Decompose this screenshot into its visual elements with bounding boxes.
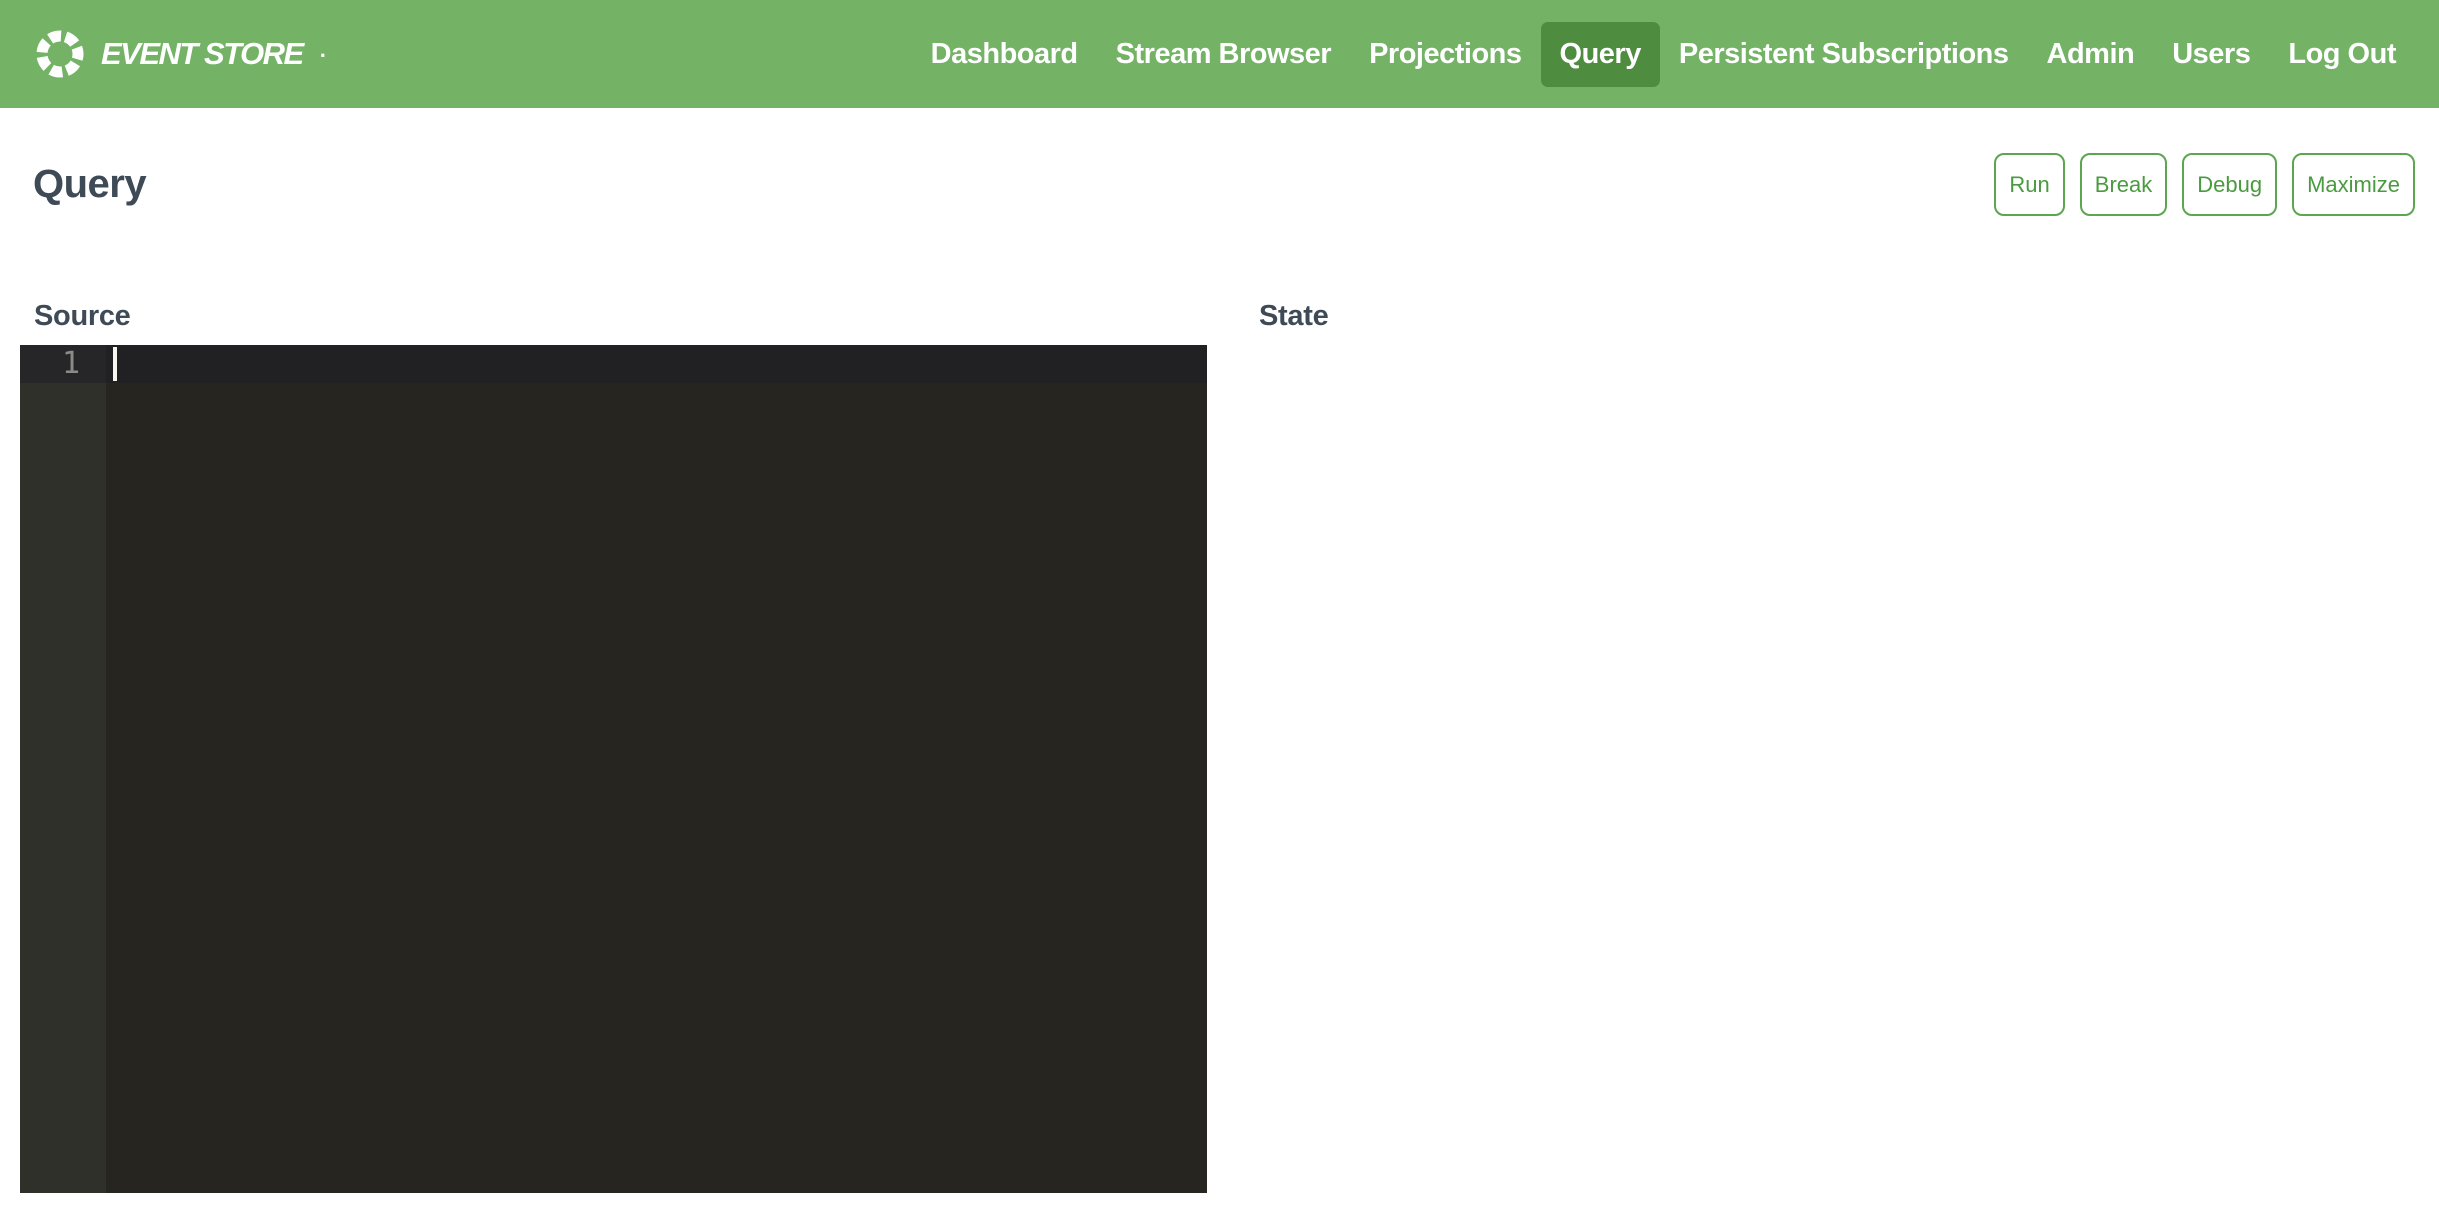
query-source-editor[interactable]: 1 [20,345,1207,1193]
line-number: 1 [20,345,106,383]
nav-item-query[interactable]: Query [1541,22,1660,87]
state-heading: State [1259,300,2415,333]
page-header: Query Run Break Debug Maximize [0,108,2439,216]
event-store-logo[interactable]: EVENT STORE . [35,29,326,79]
maximize-button[interactable]: Maximize [2292,153,2415,216]
state-panel: State [1259,300,2415,1193]
editor-gutter: 1 [20,345,106,1193]
nav-item-users[interactable]: Users [2153,22,2269,87]
event-store-ring-icon [35,29,85,79]
run-button[interactable]: Run [1994,153,2064,216]
nav-item-stream-browser[interactable]: Stream Browser [1097,22,1350,87]
main-nav: Dashboard Stream Browser Projections Que… [912,22,2415,87]
active-line-highlight [106,345,1207,383]
state-panel-body [1259,345,2415,445]
logo-text: EVENT STORE [101,36,303,72]
nav-item-persistent-subscriptions[interactable]: Persistent Subscriptions [1660,22,2028,87]
top-navbar: EVENT STORE . Dashboard Stream Browser P… [0,0,2439,108]
logo-trademark-dot: . [320,37,326,79]
content-row: Source 1 State [0,300,2439,1193]
nav-item-log-out[interactable]: Log Out [2269,22,2415,87]
nav-item-dashboard[interactable]: Dashboard [912,22,1097,87]
source-heading: Source [34,300,1207,333]
source-panel: Source 1 [20,300,1207,1193]
text-cursor [113,347,117,381]
page-title: Query [33,162,146,207]
editor-text-area[interactable] [106,345,1207,1193]
debug-button[interactable]: Debug [2182,153,2277,216]
query-toolbar: Run Break Debug Maximize [1994,153,2415,216]
break-button[interactable]: Break [2080,153,2167,216]
nav-item-admin[interactable]: Admin [2028,22,2154,87]
nav-item-projections[interactable]: Projections [1350,22,1540,87]
